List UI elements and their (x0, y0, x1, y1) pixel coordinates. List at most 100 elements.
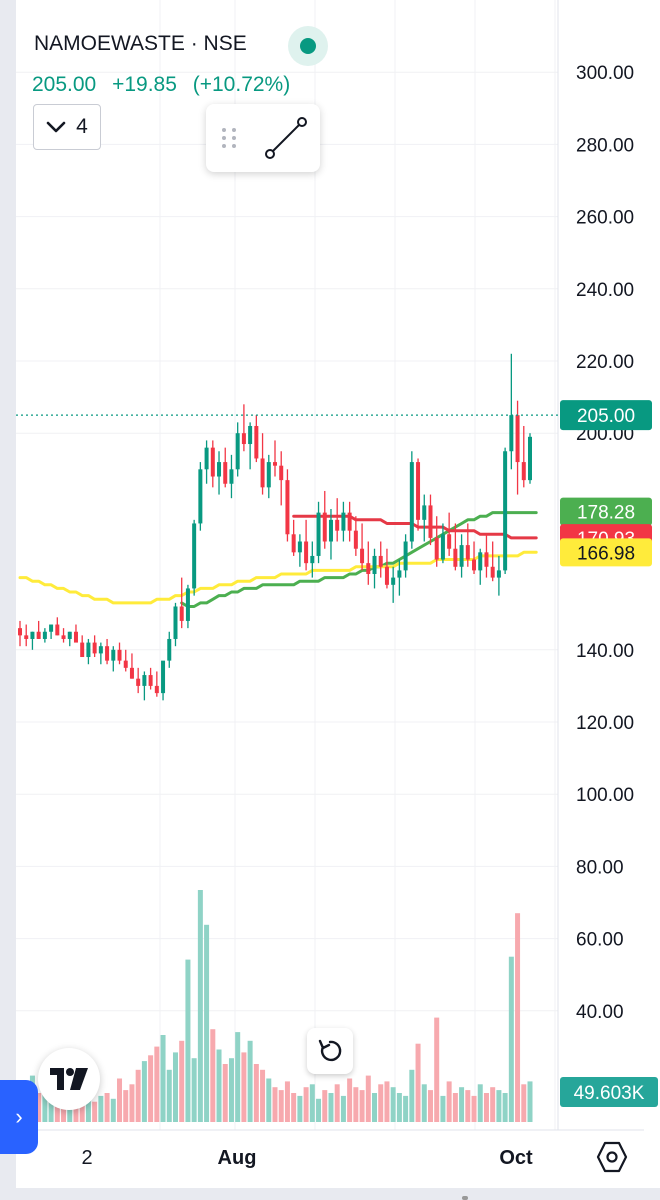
candle-body (18, 628, 22, 636)
candle-body (279, 465, 284, 481)
candle-body (335, 519, 340, 531)
indicators-toggle-button[interactable]: 4 (33, 104, 101, 150)
candle-body (123, 660, 128, 668)
volume-bar (141, 1061, 147, 1122)
candle-body (440, 534, 445, 560)
candle-body (484, 552, 489, 567)
price-change: +19.85 (112, 73, 177, 96)
candle-body (503, 451, 508, 571)
volume-bar (409, 1069, 415, 1122)
candle-body (459, 545, 464, 567)
candle-body (285, 480, 290, 535)
candle-body (341, 512, 346, 531)
volume-bar (340, 1095, 346, 1122)
volume-bar (284, 1081, 290, 1122)
volume-bar (191, 1058, 197, 1122)
drag-grip-icon[interactable] (220, 126, 240, 150)
volume-bar (160, 1035, 166, 1122)
volume-bar (253, 1064, 259, 1122)
volume-bar (372, 1093, 378, 1122)
volume-bar (98, 1095, 104, 1122)
candle-body (223, 462, 228, 484)
volume-bar (415, 1043, 421, 1122)
candle-body (416, 462, 421, 520)
volume-bar (403, 1095, 409, 1122)
volume-bar (228, 1058, 234, 1122)
sidebar-expand-button[interactable]: › (0, 1080, 38, 1154)
last-price-label: 205.00 (577, 406, 635, 427)
volume-bar (117, 1078, 123, 1122)
price-axis-tick: 40.00 (576, 1002, 624, 1023)
volume-bar (247, 1040, 253, 1122)
candle-body (509, 415, 514, 452)
candle-body (167, 638, 172, 661)
trend-line-icon[interactable] (264, 116, 310, 162)
volume-bar (496, 1090, 502, 1122)
candle-body (179, 606, 184, 621)
candle-body (310, 555, 315, 564)
candle-body (391, 577, 396, 585)
volume-bar (490, 1087, 496, 1122)
candle-body (161, 660, 166, 694)
candle-body (136, 678, 141, 686)
candle-body (129, 667, 134, 679)
candle-body (105, 646, 110, 661)
price-summary: 205.00 +19.85 (+10.72%) (32, 73, 300, 97)
volume-bar (421, 1084, 427, 1122)
volume-bar (527, 1081, 533, 1122)
candle-body (67, 631, 72, 639)
candle-body (61, 635, 66, 639)
volume-bar (135, 1069, 141, 1122)
candle-body (210, 447, 215, 477)
reset-icon (318, 1039, 342, 1062)
price-axis-tick: 280.00 (576, 135, 634, 156)
ma-value-label: 166.98 (577, 543, 635, 564)
volume-bar (154, 1046, 160, 1122)
price-axis-tick: 220.00 (576, 352, 634, 373)
volume-bar (465, 1090, 471, 1122)
volume-bar (440, 1095, 446, 1122)
candle-body (465, 545, 470, 560)
candle-body (80, 642, 85, 658)
volume-bar (521, 1084, 527, 1122)
moving-average-line (18, 550, 538, 605)
time-axis-label: Aug (218, 1147, 257, 1169)
candle-body (229, 469, 234, 484)
candle-body (248, 425, 253, 445)
candle-body (297, 541, 302, 553)
volume-bar (110, 1098, 116, 1122)
volume-bar (266, 1078, 272, 1122)
candle-body (472, 559, 477, 571)
candle-body (30, 631, 35, 639)
price-chart[interactable]: 300.00280.00260.00240.00220.00200.00140.… (0, 0, 660, 1200)
live-dot-icon (300, 38, 316, 54)
candle-body (478, 552, 483, 571)
tradingview-logo-glyph (50, 1068, 88, 1090)
tradingview-logo-icon[interactable] (38, 1048, 100, 1110)
price-axis-tick: 140.00 (576, 641, 634, 662)
volume-bar (390, 1087, 396, 1122)
volume-bar (210, 1029, 216, 1122)
symbol-title[interactable]: NAMOEWASTE · NSE (34, 32, 247, 56)
volume-bar (129, 1084, 135, 1122)
volume-bar (92, 1101, 98, 1122)
candle-body (235, 433, 240, 470)
settings-hexagon-icon[interactable] (596, 1140, 628, 1174)
volume-bar (303, 1087, 309, 1122)
volume-bar (204, 924, 210, 1122)
market-status-indicator[interactable] (288, 26, 328, 66)
candle-body (148, 675, 153, 686)
volume-bar (216, 1049, 222, 1122)
volume-bar (278, 1090, 284, 1122)
volume-label: 49.603K (574, 1083, 645, 1104)
price-axis-tick: 60.00 (576, 930, 624, 951)
reset-chart-button[interactable] (307, 1028, 353, 1074)
candle-body (528, 436, 532, 481)
candle-body (422, 505, 427, 520)
drawing-toolbar[interactable] (206, 104, 320, 172)
volume-bar (353, 1087, 359, 1122)
volume-bar (123, 1090, 129, 1122)
volume-bar (316, 1098, 322, 1122)
volume-bar (322, 1090, 328, 1122)
volume-bar (515, 913, 521, 1122)
